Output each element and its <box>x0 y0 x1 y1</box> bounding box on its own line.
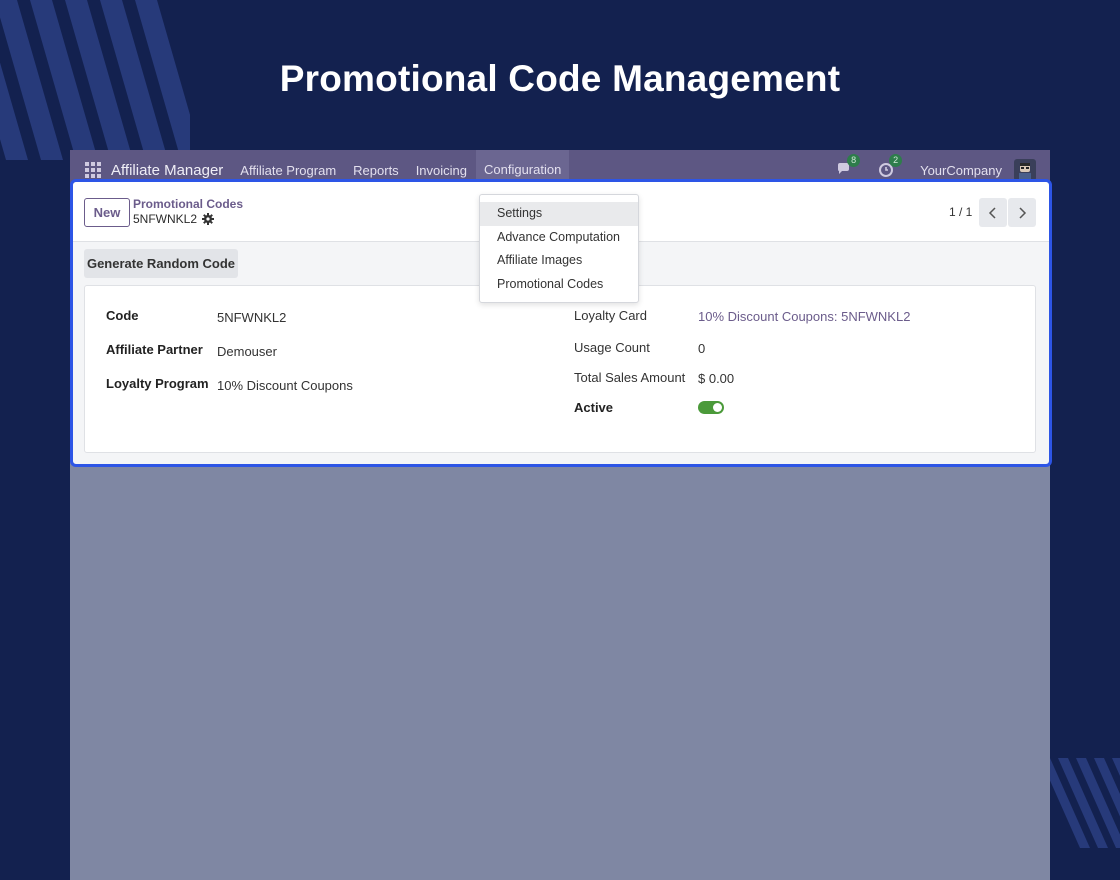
menu-item-settings[interactable]: Settings <box>480 202 638 226</box>
messages-button[interactable]: 8 <box>836 154 861 179</box>
gear-icon[interactable] <box>202 213 215 225</box>
breadcrumb-current: 5NFWNKL2 <box>133 212 215 226</box>
user-avatar-icon <box>1019 163 1031 179</box>
messages-count-badge: 8 <box>847 154 861 167</box>
field-label-usage-count: Usage Count <box>574 340 650 355</box>
nav-brand[interactable]: Affiliate Manager <box>111 162 223 179</box>
chevron-left-icon <box>988 206 996 219</box>
field-value-affiliate-partner[interactable]: Demouser <box>217 344 277 359</box>
toggle-knob <box>713 403 722 412</box>
pager-previous-button[interactable] <box>979 198 1007 227</box>
breadcrumb-promotional-codes[interactable]: Promotional Codes <box>133 197 243 211</box>
field-label-loyalty-card: Loyalty Card <box>574 308 647 323</box>
field-label-affiliate-partner: Affiliate Partner <box>106 342 203 357</box>
field-value-loyalty-program[interactable]: 10% Discount Coupons <box>217 378 353 393</box>
user-avatar[interactable] <box>1014 159 1036 181</box>
generate-random-code-button[interactable]: Generate Random Code <box>84 249 238 278</box>
pager-next-button[interactable] <box>1008 198 1036 227</box>
company-switcher[interactable]: YourCompany <box>920 163 1002 178</box>
field-value-total-sales-amount: $ 0.00 <box>698 371 735 386</box>
field-label-active: Active <box>574 400 614 415</box>
menu-item-advance-computation[interactable]: Advance Computation <box>480 226 638 250</box>
record-name: 5NFWNKL2 <box>133 212 198 226</box>
nav-item-invoicing[interactable]: Invoicing <box>416 163 467 178</box>
field-value-usage-count: 0 <box>698 341 706 356</box>
menu-item-promotional-codes[interactable]: Promotional Codes <box>480 273 638 297</box>
form-sheet: Code 5NFWNKL2 Affiliate Partner Demouser… <box>84 285 1036 453</box>
configuration-dropdown-menu: Settings Advance Computation Affiliate I… <box>479 194 639 303</box>
apps-grid-icon[interactable] <box>85 162 101 178</box>
chevron-right-icon <box>1019 206 1027 219</box>
pager-value[interactable]: 1 / 1 <box>949 205 972 219</box>
active-toggle[interactable] <box>698 401 724 414</box>
menu-item-affiliate-images[interactable]: Affiliate Images <box>480 249 638 273</box>
nav-item-affiliate-program[interactable]: Affiliate Program <box>240 163 336 178</box>
field-value-code[interactable]: 5NFWNKL2 <box>217 310 286 325</box>
field-label-loyalty-program: Loyalty Program <box>106 376 209 391</box>
field-value-loyalty-card[interactable]: 10% Discount Coupons: 5NFWNKL2 <box>698 309 910 324</box>
decorative-stripes-bottom-right <box>1050 758 1120 848</box>
activities-count-badge: 2 <box>889 154 903 167</box>
nav-item-reports[interactable]: Reports <box>353 163 399 178</box>
field-label-code: Code <box>106 308 139 323</box>
activities-button[interactable]: 2 <box>878 154 903 179</box>
new-button[interactable]: New <box>84 198 130 227</box>
field-label-total-sales-amount: Total Sales Amount <box>574 370 686 385</box>
page-headline: Promotional Code Management <box>279 58 841 99</box>
